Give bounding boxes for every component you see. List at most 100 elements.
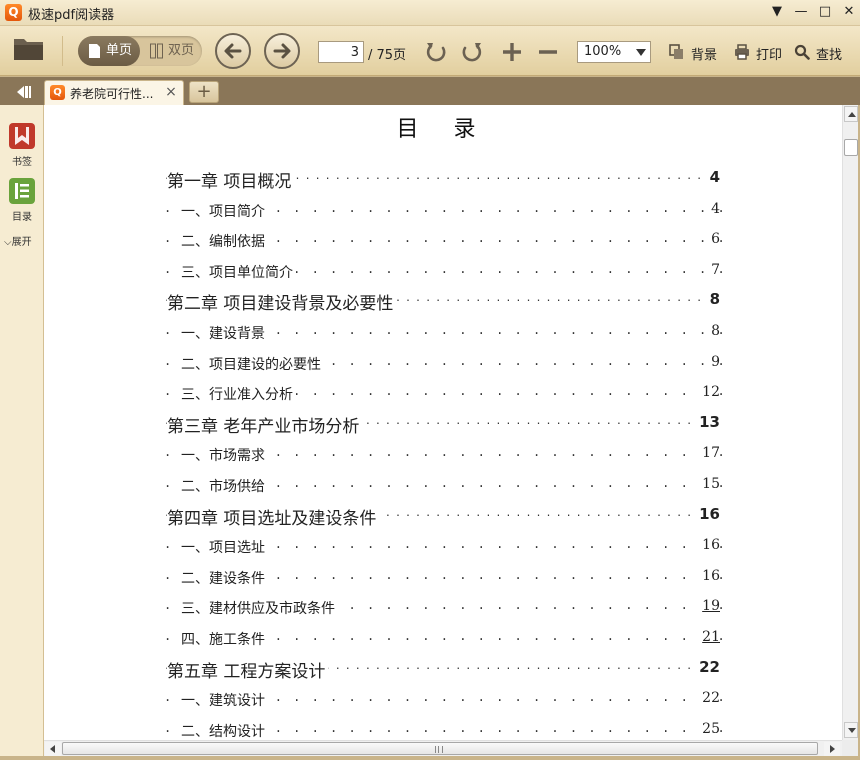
- arrow-left-icon: [224, 43, 242, 59]
- toc-chapter-row[interactable]: . . . . . . . . . . . . . . . . . . . . …: [44, 657, 842, 682]
- toc-entry-page: 17: [699, 445, 720, 461]
- toc-entry-page: 9: [708, 354, 720, 370]
- print-label: 打印: [756, 48, 783, 63]
- bookmarks-panel-button[interactable]: 书签: [0, 122, 44, 174]
- expand-sidebar-button[interactable]: ⌵展开: [4, 233, 32, 248]
- document-tab[interactable]: Q 养老院可行性... ×: [44, 80, 184, 105]
- toc-chapter-row[interactable]: . . . . . . . . . . . . . . . . . . . . …: [44, 504, 842, 529]
- toc-section-row[interactable]: . . . . . . . . . . . . . . . . . . . . …: [44, 381, 842, 405]
- open-file-button[interactable]: [12, 34, 46, 62]
- toc-section-row[interactable]: . . . . . . . . . . . . . . . . . . . . …: [44, 320, 842, 344]
- toc-label: 目录: [12, 212, 32, 223]
- zoom-in-icon[interactable]: [500, 40, 524, 64]
- document-tab-label: 养老院可行性...: [70, 87, 154, 101]
- toc-entry-title: 三、建材供应及市政条件: [181, 598, 338, 618]
- toc-entry-page: 12: [699, 384, 720, 400]
- toc-section-row[interactable]: . . . . . . . . . . . . . . . . . . . . …: [44, 473, 842, 497]
- toc-entry-page: 16: [696, 505, 720, 523]
- scroll-left-button[interactable]: [45, 742, 61, 756]
- background-label: 背景: [691, 48, 718, 63]
- toc-chapter-row[interactable]: . . . . . . . . . . . . . . . . . . . . …: [44, 289, 842, 314]
- toc-entry-page: 7: [708, 262, 720, 278]
- rotate-right-icon[interactable]: [460, 40, 484, 64]
- toc-section-row[interactable]: . . . . . . . . . . . . . . . . . . . . …: [44, 259, 842, 283]
- single-page-icon: [89, 44, 100, 58]
- toc-entry-title: 第二章 项目建设背景及必要性: [167, 289, 397, 314]
- toc-chapter-row[interactable]: . . . . . . . . . . . . . . . . . . . . …: [44, 167, 842, 192]
- page-number-input[interactable]: [318, 41, 364, 63]
- toc-entry-page: 16: [699, 537, 720, 553]
- toc-entry-page: 4: [708, 201, 720, 217]
- toc-entry-title: 三、项目单位简介: [181, 262, 296, 282]
- page-title: 目 录: [396, 117, 490, 142]
- toc-entry-title: 第五章 工程方案设计: [167, 657, 329, 682]
- vertical-scroll-thumb[interactable]: [844, 139, 858, 156]
- toc-entry-page: 16: [699, 568, 720, 584]
- toc-section-row[interactable]: . . . . . . . . . . . . . . . . . . . . …: [44, 351, 842, 375]
- toc-entry-page: 21: [699, 629, 720, 645]
- minimize-button[interactable]: —: [790, 2, 812, 22]
- previous-page-button[interactable]: [215, 33, 251, 69]
- toc-section-row[interactable]: . . . . . . . . . . . . . . . . . . . . …: [44, 687, 842, 711]
- toc-panel-button[interactable]: 目录: [0, 177, 44, 229]
- toc-section-row[interactable]: . . . . . . . . . . . . . . . . . . . . …: [44, 718, 842, 740]
- zoom-select[interactable]: 100%: [577, 41, 651, 63]
- double-page-label: 双页: [168, 43, 195, 58]
- double-page-button[interactable]: 双页: [140, 36, 202, 66]
- tab-bar: Q 养老院可行性... × +: [0, 77, 860, 105]
- toc-entry-title: 一、项目选址: [181, 537, 268, 557]
- toc-entry-title: 一、建设背景: [181, 323, 268, 343]
- toc-entry-page: 22: [699, 690, 720, 706]
- close-window-button[interactable]: ✕: [838, 2, 860, 22]
- arrow-down-icon: [848, 728, 856, 733]
- find-label: 查找: [816, 48, 843, 63]
- folder-icon: [14, 39, 43, 60]
- pdf-file-icon: Q: [50, 85, 65, 100]
- rotate-left-icon[interactable]: [424, 40, 448, 64]
- next-page-button[interactable]: [264, 33, 300, 69]
- close-tab-button[interactable]: ×: [163, 83, 179, 101]
- toc-section-row[interactable]: . . . . . . . . . . . . . . . . . . . . …: [44, 565, 842, 589]
- toc-chapter-row[interactable]: . . . . . . . . . . . . . . . . . . . . …: [44, 412, 842, 437]
- toc-section-row[interactable]: . . . . . . . . . . . . . . . . . . . . …: [44, 595, 842, 619]
- toolbar: 单页 双页 / 75页 100%: [0, 26, 860, 76]
- new-tab-button[interactable]: +: [189, 81, 219, 103]
- scroll-down-button[interactable]: [844, 722, 858, 738]
- toc-section-row[interactable]: . . . . . . . . . . . . . . . . . . . . …: [44, 198, 842, 222]
- scroll-right-button[interactable]: [824, 742, 840, 756]
- toc-entry-page: 8: [708, 323, 720, 339]
- toc-section-row[interactable]: . . . . . . . . . . . . . . . . . . . . …: [44, 228, 842, 252]
- zoom-out-icon[interactable]: [536, 40, 560, 64]
- horizontal-scrollbar[interactable]: [44, 740, 842, 756]
- search-icon: [794, 44, 810, 60]
- arrow-left-icon: [50, 745, 55, 753]
- toc-entry-page: 8: [706, 290, 720, 308]
- bookmarks-label: 书签: [12, 157, 32, 168]
- toc-entry-title: 四、施工条件: [181, 629, 268, 649]
- menu-dropdown-button[interactable]: ▼: [766, 2, 788, 22]
- maximize-button[interactable]: □: [814, 2, 836, 22]
- scroll-up-button[interactable]: [844, 106, 858, 122]
- single-page-button[interactable]: 单页: [78, 36, 140, 66]
- document-page: 目 录 . . . . . . . . . . . . . . . . . . …: [44, 105, 842, 740]
- single-page-label: 单页: [106, 43, 133, 58]
- toc-entry-title: 第一章 项目概况: [167, 167, 295, 192]
- chevron-down-icon: ⌵: [4, 237, 12, 248]
- horizontal-scroll-thumb[interactable]: [62, 742, 818, 755]
- toc-section-row[interactable]: . . . . . . . . . . . . . . . . . . . . …: [44, 626, 842, 650]
- toc-entry-page: 22: [696, 658, 720, 676]
- toggle-sidebar-button[interactable]: [4, 80, 40, 104]
- toc-entry-title: 二、结构设计: [181, 721, 268, 740]
- toc-entry-page: 19: [699, 598, 720, 614]
- vertical-scrollbar[interactable]: [842, 105, 858, 740]
- toc-section-row[interactable]: . . . . . . . . . . . . . . . . . . . . …: [44, 442, 842, 466]
- app-logo-icon: Q: [5, 4, 22, 21]
- left-sidebar: 书签 目录 ⌵展开: [0, 105, 44, 756]
- toc-section-row[interactable]: . . . . . . . . . . . . . . . . . . . . …: [44, 534, 842, 558]
- toc-entry-title: 一、项目简介: [181, 201, 268, 221]
- toc-entry-page: 13: [696, 413, 720, 431]
- toc-entry-title: 二、建设条件: [181, 568, 268, 588]
- expand-label: 展开: [11, 237, 32, 248]
- toc-entry-title: 一、建筑设计: [181, 690, 268, 710]
- zoom-value: 100%: [584, 44, 622, 59]
